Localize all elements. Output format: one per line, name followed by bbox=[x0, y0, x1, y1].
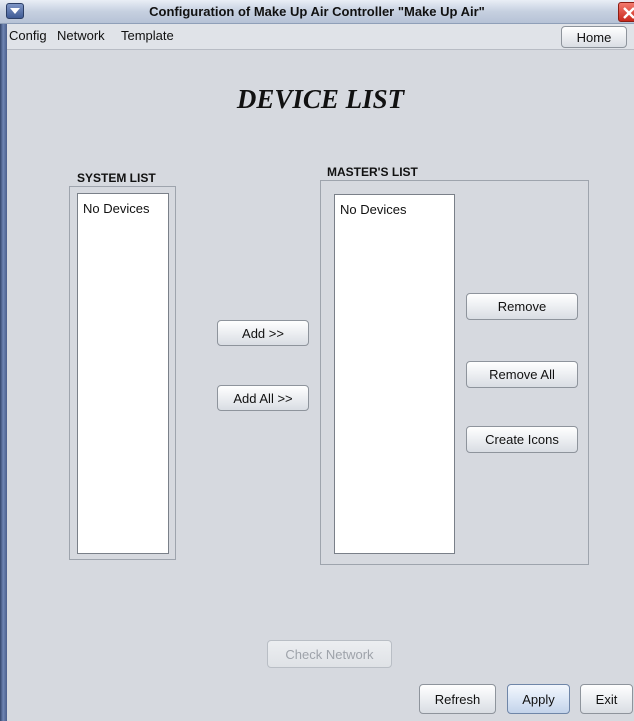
apply-button[interactable]: Apply bbox=[507, 684, 570, 714]
system-list-panel: No Devices bbox=[69, 186, 176, 560]
title-bar[interactable]: Configuration of Make Up Air Controller … bbox=[0, 0, 634, 24]
system-list-label: SYSTEM LIST bbox=[77, 171, 156, 185]
create-icons-button[interactable]: Create Icons bbox=[466, 426, 578, 453]
refresh-button[interactable]: Refresh bbox=[419, 684, 496, 714]
remove-button[interactable]: Remove bbox=[466, 293, 578, 320]
exit-button[interactable]: Exit bbox=[580, 684, 633, 714]
masters-list-box[interactable]: No Devices bbox=[334, 194, 455, 554]
masters-list-label: MASTER'S LIST bbox=[327, 165, 418, 179]
list-item[interactable]: No Devices bbox=[340, 202, 406, 217]
add-button[interactable]: Add >> bbox=[217, 320, 309, 346]
list-item[interactable]: No Devices bbox=[83, 201, 149, 216]
menu-network[interactable]: Network bbox=[57, 28, 105, 43]
window-title: Configuration of Make Up Air Controller … bbox=[149, 4, 485, 19]
remove-all-button[interactable]: Remove All bbox=[466, 361, 578, 388]
close-button[interactable] bbox=[618, 2, 634, 22]
menu-bar: Config Network Template Home bbox=[7, 24, 634, 50]
menu-config[interactable]: Config bbox=[9, 28, 47, 43]
window-frame bbox=[0, 0, 7, 721]
home-button[interactable]: Home bbox=[561, 26, 627, 48]
system-list-box[interactable]: No Devices bbox=[77, 193, 169, 554]
check-network-button[interactable]: Check Network bbox=[267, 640, 392, 668]
menu-template[interactable]: Template bbox=[121, 28, 174, 43]
page-title: DEVICE LIST bbox=[236, 84, 405, 114]
close-icon bbox=[623, 7, 634, 19]
add-all-button[interactable]: Add All >> bbox=[217, 385, 309, 411]
